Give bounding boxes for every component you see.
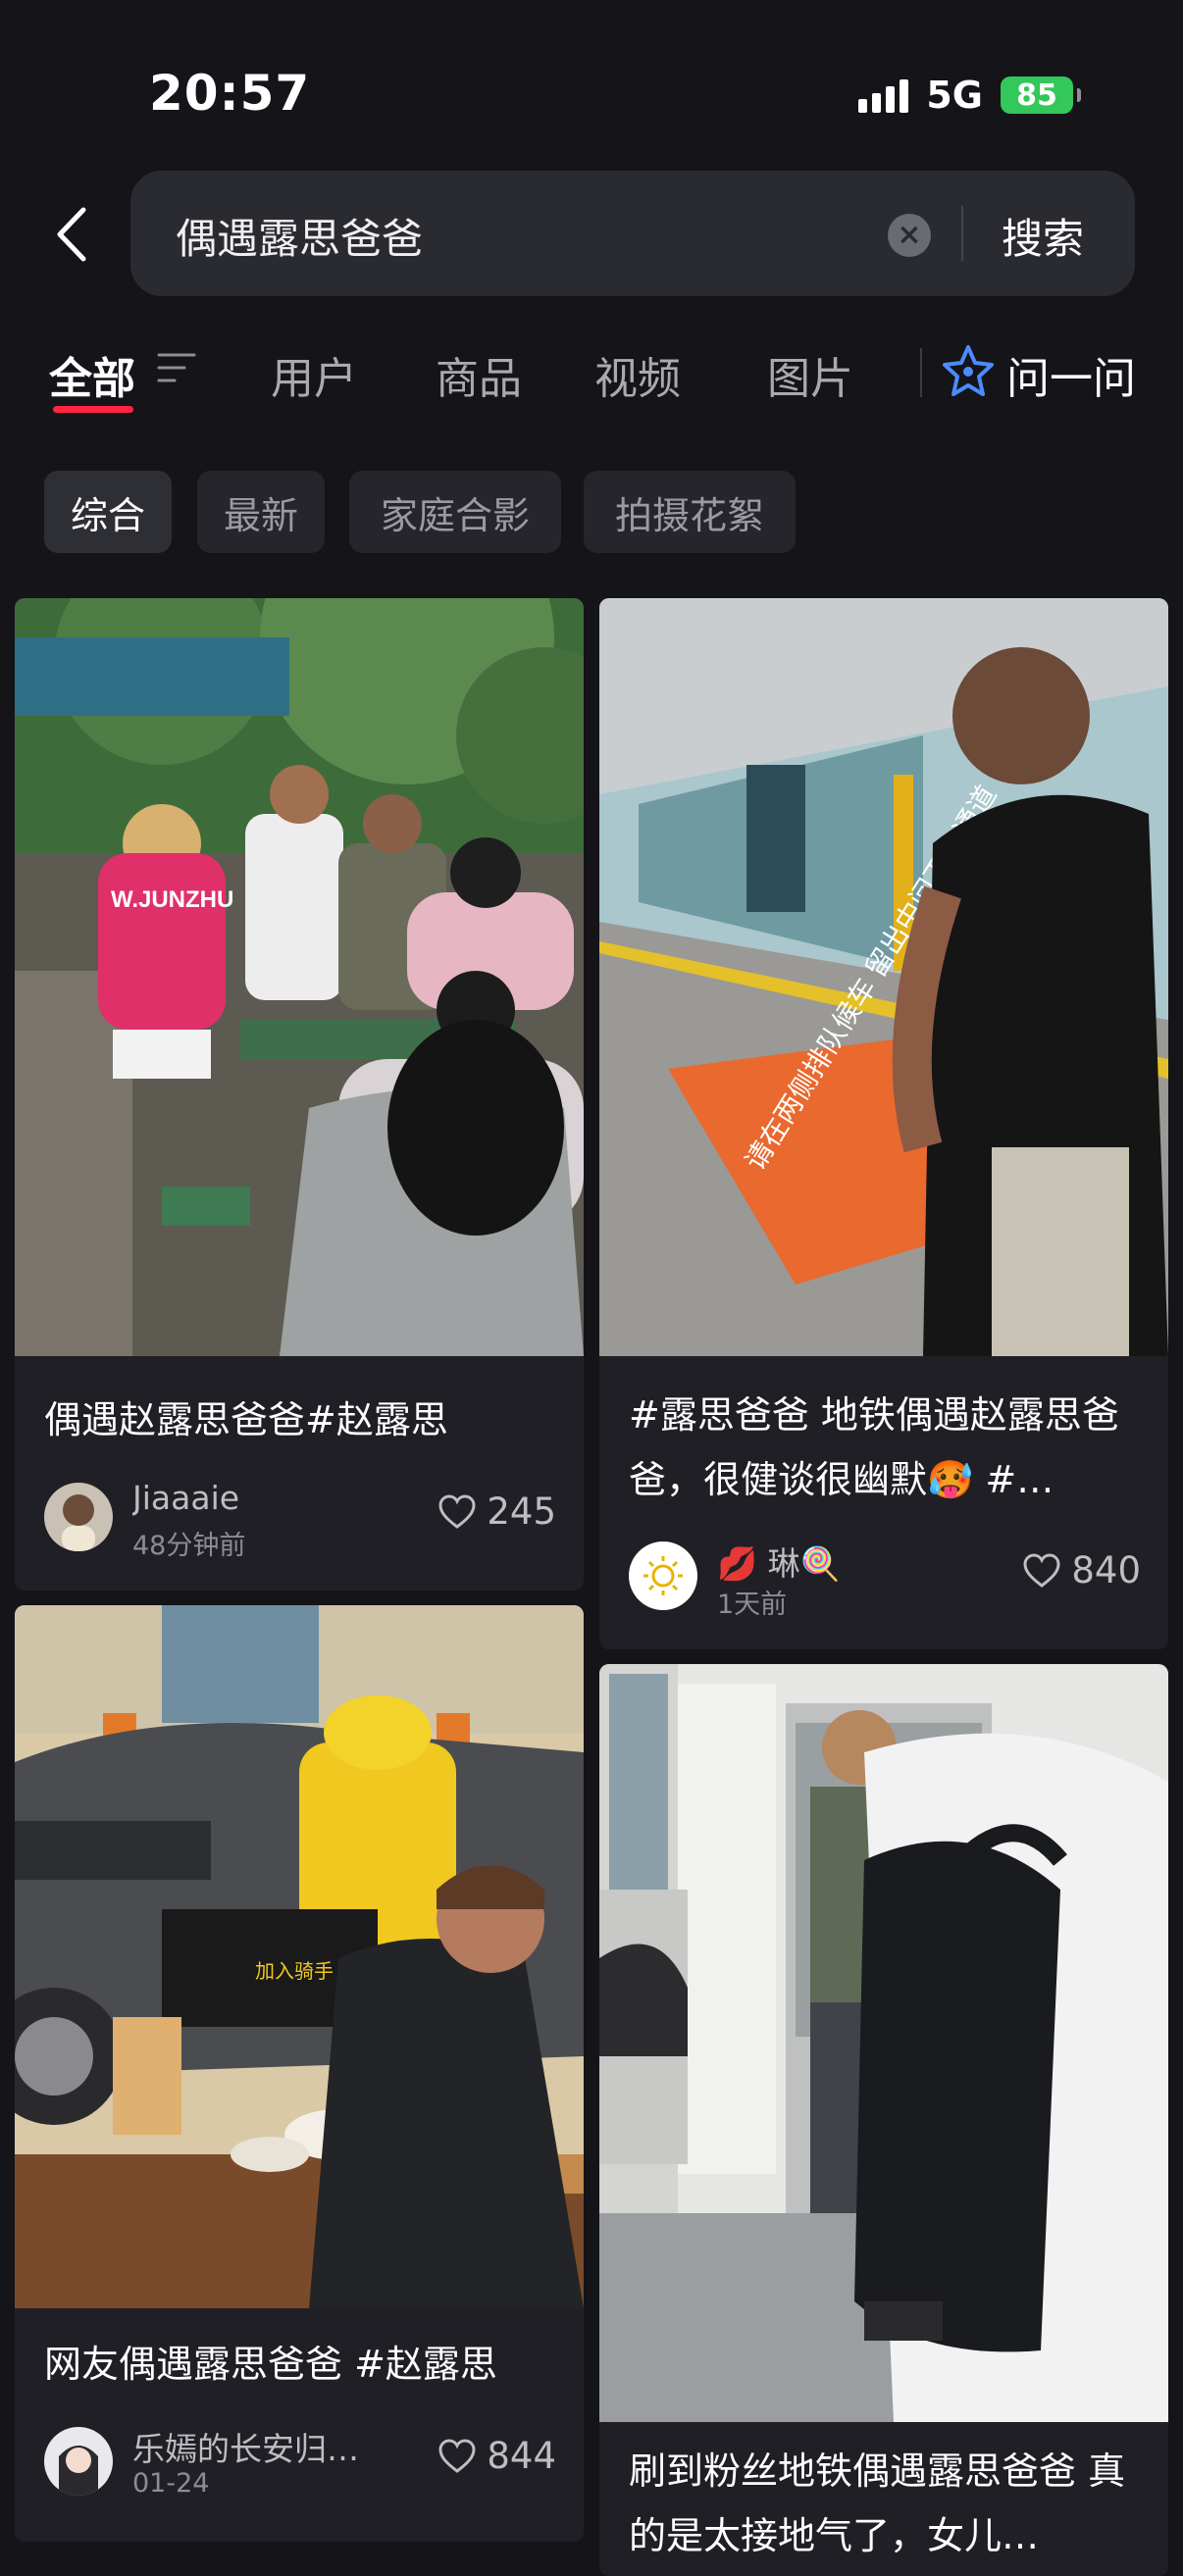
search-divider [961,206,963,261]
clear-icon[interactable]: × [888,214,931,257]
post-card[interactable]: 请在两侧排队候车 留出中间下车通道 #露思爸爸 地铁偶遇赵露思爸爸，很健谈很幽默… [599,598,1168,1649]
author-name[interactable]: 乐嫣的长安归… [132,2423,359,2470]
tab-all[interactable]: 全部 [49,343,135,406]
avatar[interactable] [629,1541,697,1610]
ask-button[interactable]: 问一问 [1006,343,1136,406]
tab-videos[interactable]: 视频 [594,343,681,406]
post-card[interactable]: 加入骑手 网友偶遇露思爸爸 #赵露思 乐嫣的长安归… 01-24 844 [15,1605,584,2542]
back-button[interactable] [41,200,100,269]
post-image[interactable]: 请在两侧排队候车 留出中间下车通道 [599,598,1168,1356]
avatar[interactable] [44,2427,113,2496]
post-time: 1天前 [717,1590,788,1620]
signal-icon [858,77,909,113]
chip-latest[interactable]: 最新 [197,471,325,553]
search-query: 偶遇露思爸爸 [176,215,424,263]
search-row: 偶遇露思爸爸 × 搜索 [0,167,1183,304]
post-time: 48分钟前 [132,1531,246,1561]
post-author-row[interactable]: Jiaaaie 48分钟前 245 [44,1479,560,1561]
chip-comprehensive[interactable]: 综合 [44,471,172,553]
filter-chips: 综合 最新 家庭合影 拍摄花絮 [0,471,1183,553]
author-name[interactable]: Jiaaaie [132,1479,239,1517]
status-bar: 20:57 5G 85 [0,0,1183,167]
shirt-text: W.JUNZHU [111,886,233,913]
filter-icon[interactable] [157,351,196,384]
battery-icon: 85 [1001,76,1081,114]
ask-star-icon[interactable] [942,343,995,400]
post-title[interactable]: 网友偶遇露思爸爸 #赵露思 [44,2332,560,2397]
post-card[interactable]: W.JUNZHU 偶遇赵露思爸爸#赵露思 Jiaaaie 48分钟前 245 [15,598,584,1591]
post-time: 01-24 [132,2468,210,2499]
active-tab-indicator [53,406,133,413]
status-time: 20:57 [149,65,311,122]
search-input[interactable]: 偶遇露思爸爸 × 搜索 [130,171,1135,296]
search-button[interactable]: 搜索 [1002,206,1084,266]
tab-products[interactable]: 商品 [436,343,522,406]
like-button[interactable]: 245 [437,1490,556,1533]
like-count: 844 [487,2435,556,2477]
back-arrow-icon [57,207,86,262]
post-title[interactable]: #露思爸爸 地铁偶遇赵露思爸爸，很健谈很幽默🥵 #… [629,1383,1145,1512]
chip-family-photo[interactable]: 家庭合影 [349,471,561,553]
post-image[interactable]: W.JUNZHU [15,598,584,1356]
status-indicators: 5G 85 [858,73,1081,118]
post-title[interactable]: 偶遇赵露思爸爸#赵露思 [44,1388,560,1452]
avatar[interactable] [44,1483,113,1551]
like-count: 840 [1071,1549,1141,1591]
tabs-divider [920,348,922,397]
like-button[interactable]: 840 [1022,1549,1141,1591]
post-image[interactable] [599,1664,1168,2422]
like-count: 245 [487,1490,556,1533]
post-image[interactable]: 加入骑手 [15,1605,584,2308]
post-card[interactable]: 刷到粉丝地铁偶遇露思爸爸 真的是太接地气了，女儿… [599,1664,1168,2576]
sun-icon [629,1541,697,1610]
author-name[interactable]: 💋 琳🍭 [717,1538,841,1585]
network-label: 5G [926,74,983,117]
post-title[interactable]: 刷到粉丝地铁偶遇露思爸爸 真的是太接地气了，女儿… [629,2439,1145,2568]
heart-icon [438,1493,476,1529]
post-author-row[interactable]: 乐嫣的长安归… 01-24 844 [44,2425,560,2500]
heart-icon [1023,1552,1060,1588]
delivery-box-text: 加入骑手 [255,1960,334,1983]
chip-behind-scenes[interactable]: 拍摄花絮 [584,471,796,553]
tab-images[interactable]: 图片 [767,343,853,406]
like-button[interactable]: 844 [437,2435,556,2477]
heart-icon [438,2438,476,2473]
battery-level: 85 [1016,77,1057,113]
tab-users[interactable]: 用户 [271,343,357,406]
post-author-row[interactable]: 💋 琳🍭 1天前 840 [629,1538,1145,1620]
